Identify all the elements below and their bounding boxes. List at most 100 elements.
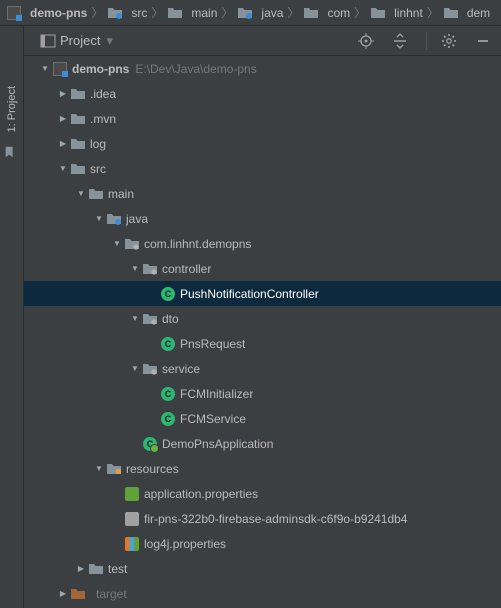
breadcrumb-item[interactable]: com	[301, 5, 352, 21]
tree-label: .mvn	[90, 112, 116, 126]
folder-icon	[370, 5, 386, 21]
side-tab-project[interactable]: 1: Project	[6, 86, 18, 132]
package-icon	[124, 236, 140, 252]
tree-row[interactable]: CPushNotificationController	[24, 281, 501, 306]
package-icon	[142, 361, 158, 377]
spring-icon: C	[142, 436, 158, 452]
tree-label: dto	[162, 312, 179, 326]
breadcrumb-separator: 〉	[352, 4, 368, 21]
breadcrumb-label: linhnt	[394, 6, 423, 20]
project-view-icon	[40, 33, 56, 49]
bookmark-icon[interactable]	[2, 144, 18, 160]
chevron-right-icon[interactable]: ▶	[56, 114, 70, 123]
tree-row[interactable]: ▼ dto	[24, 306, 501, 331]
tree-row[interactable]: CPnsRequest	[24, 331, 501, 356]
folder-icon	[88, 561, 104, 577]
chevron-down-icon[interactable]: ▼	[128, 364, 142, 373]
folder-orange-icon	[70, 586, 86, 602]
tree-row[interactable]: ▼ service	[24, 356, 501, 381]
folder-icon	[303, 5, 319, 21]
gear-icon[interactable]	[441, 33, 457, 49]
tree-label: service	[162, 362, 200, 376]
folder-blue-icon	[107, 5, 123, 21]
chevron-down-icon[interactable]: ▼	[128, 264, 142, 273]
chevron-down-icon[interactable]: ▼	[92, 214, 106, 223]
breadcrumb-label: src	[131, 6, 147, 20]
tree-row[interactable]: ▶ target	[24, 581, 501, 606]
class-icon: C	[160, 411, 176, 427]
folder-icon	[443, 5, 459, 21]
tree-label: PnsRequest	[180, 337, 245, 351]
chevron-right-icon[interactable]: ▶	[56, 139, 70, 148]
tree-row[interactable]: ▶test	[24, 556, 501, 581]
chevron-right-icon[interactable]: ▶	[56, 589, 70, 598]
tree-label: FCMService	[180, 412, 246, 426]
folder-icon	[70, 86, 86, 102]
breadcrumb-label: com	[327, 6, 350, 20]
tree-row[interactable]: ▼ java	[24, 206, 501, 231]
tree-row[interactable]: ▶.idea	[24, 81, 501, 106]
chevron-down-icon[interactable]: ▼	[92, 464, 106, 473]
collapse-all-icon[interactable]	[392, 33, 408, 49]
log-icon	[124, 536, 140, 552]
tree-row[interactable]: C FCMService	[24, 406, 501, 431]
tree-row[interactable]: ▶ .mvn	[24, 106, 501, 131]
breadcrumb-item[interactable]: java	[235, 5, 285, 21]
breadcrumb-item[interactable]: src	[105, 5, 149, 21]
chevron-down-icon[interactable]: ▼	[74, 189, 88, 198]
tree-row[interactable]: ▼ com.linhnt.demopns	[24, 231, 501, 256]
breadcrumb-item[interactable]: linhnt	[368, 5, 425, 21]
tree-label: FCMInitializer	[180, 387, 253, 401]
tree-label: PushNotificationController	[180, 287, 319, 301]
breadcrumb-item[interactable]: demo-pns	[4, 5, 89, 21]
tree-label: com.linhnt.demopns	[144, 237, 251, 251]
folder-icon	[70, 111, 86, 127]
project-root-icon	[6, 5, 22, 21]
tree-row[interactable]: ▼controller	[24, 256, 501, 281]
tree-row[interactable]: ▼resources	[24, 456, 501, 481]
tree-row[interactable]: application.properties	[24, 481, 501, 506]
breadcrumb-item[interactable]: dem	[441, 5, 492, 21]
chevron-right-icon[interactable]: ▶	[56, 89, 70, 98]
tree-label: target	[96, 587, 127, 601]
tree-row[interactable]: ▼ demo-pns E:\Dev\Java\demo-pns	[24, 56, 501, 81]
breadcrumb-separator: 〉	[425, 4, 441, 21]
folder-icon	[88, 186, 104, 202]
tree-label: demo-pns	[72, 62, 129, 76]
tool-window-header: Project ▾	[0, 26, 501, 56]
tree-path-suffix: E:\Dev\Java\demo-pns	[135, 62, 256, 76]
tree-label: main	[108, 187, 134, 201]
package-icon	[142, 261, 158, 277]
tree-label: fir-pns-322b0-firebase-adminsdk-c6f9o-b9…	[144, 512, 407, 526]
leaf-icon	[124, 486, 140, 502]
tree-row[interactable]: log4j.properties	[24, 531, 501, 556]
breadcrumb-label: dem	[467, 6, 490, 20]
breadcrumb-separator: 〉	[149, 4, 165, 21]
chevron-down-icon[interactable]: ▼	[56, 164, 70, 173]
tree-label: log	[90, 137, 106, 151]
chevron-down-icon[interactable]: ▼	[110, 239, 124, 248]
chevron-down-icon[interactable]: ▼	[128, 314, 142, 323]
tree-label: application.properties	[144, 487, 258, 501]
package-icon	[142, 311, 158, 327]
breadcrumb-item[interactable]: main	[165, 5, 219, 21]
tree-row[interactable]: ▶ log	[24, 131, 501, 156]
chevron-down-icon: ▾	[106, 33, 113, 49]
folder-icon	[70, 161, 86, 177]
project-root-icon	[52, 61, 68, 77]
project-tree[interactable]: ▼demo-pnsE:\Dev\Java\demo-pns▶.idea▶.mvn…	[24, 56, 501, 608]
locate-icon[interactable]	[358, 33, 374, 49]
breadcrumb-bar: demo-pns〉src〉main〉java〉com〉linhnt〉dem	[0, 0, 501, 26]
tree-row[interactable]: ▼src	[24, 156, 501, 181]
tree-label: log4j.properties	[144, 537, 226, 551]
chevron-down-icon[interactable]: ▼	[38, 64, 52, 73]
tree-row[interactable]: ▼ main	[24, 181, 501, 206]
tool-window-title[interactable]: Project ▾	[60, 33, 113, 49]
tree-label: java	[126, 212, 148, 226]
minimize-icon[interactable]	[475, 33, 491, 49]
tree-label: DemoPnsApplication	[162, 437, 273, 451]
tree-row[interactable]: C DemoPnsApplication	[24, 431, 501, 456]
tree-row[interactable]: CFCMInitializer	[24, 381, 501, 406]
chevron-right-icon[interactable]: ▶	[74, 564, 88, 573]
tree-row[interactable]: fir-pns-322b0-firebase-adminsdk-c6f9o-b9…	[24, 506, 501, 531]
